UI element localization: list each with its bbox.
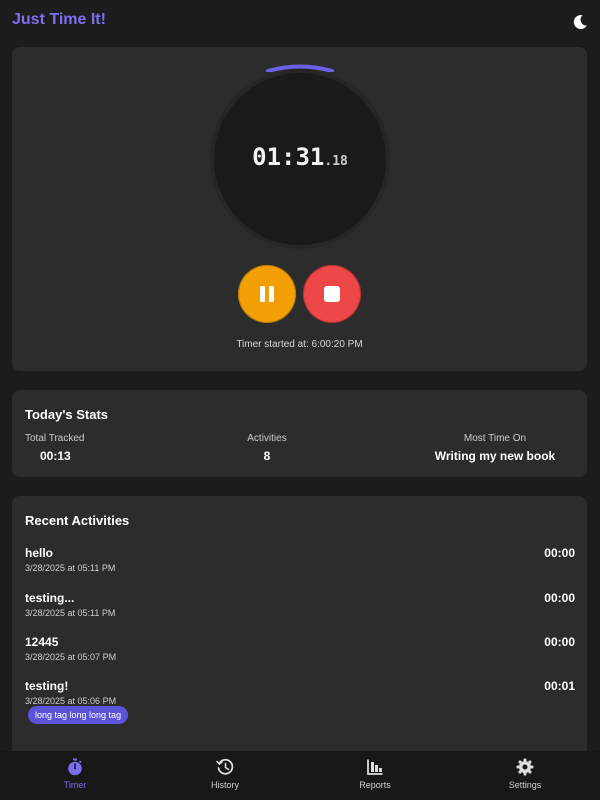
pause-button[interactable] bbox=[238, 265, 296, 323]
nav-timer-label: Timer bbox=[63, 780, 87, 790]
timer-progress-arc bbox=[266, 64, 334, 72]
nav-reports-label: Reports bbox=[359, 780, 391, 790]
stop-button[interactable] bbox=[303, 265, 361, 323]
most-time-label: Most Time On bbox=[463, 433, 527, 444]
timer-started-at: Timer started at: 6:00:20 PM bbox=[236, 339, 363, 350]
timer-time-main: 01:31 bbox=[252, 143, 325, 171]
bottom-nav: Timer History Reports Settings bbox=[0, 751, 600, 800]
theme-toggle-button[interactable] bbox=[570, 12, 590, 32]
activity-name: 12445 bbox=[25, 635, 59, 649]
pause-icon bbox=[260, 286, 274, 302]
total-tracked-label: Total Tracked bbox=[25, 433, 85, 444]
nav-history-label: History bbox=[210, 780, 239, 790]
history-icon bbox=[216, 758, 234, 775]
stopwatch-icon bbox=[68, 758, 82, 776]
activities-value: 8 bbox=[263, 449, 271, 463]
activity-name: hello bbox=[25, 546, 54, 560]
activity-duration: 00:01 bbox=[544, 679, 575, 693]
timer-time-ms: .18 bbox=[324, 154, 348, 169]
activity-name: testing... bbox=[25, 591, 75, 605]
recent-activities-card: Recent Activities hello 3/28/2025 at 05:… bbox=[12, 496, 587, 756]
activity-name: testing! bbox=[25, 679, 69, 693]
total-tracked-value: 00:13 bbox=[40, 449, 71, 463]
recent-title: Recent Activities bbox=[25, 513, 130, 528]
nav-settings-label: Settings bbox=[508, 780, 542, 790]
reports-icon bbox=[367, 759, 383, 775]
activity-date: 3/28/2025 at 05:11 PM bbox=[25, 563, 116, 573]
activity-date: 3/28/2025 at 05:06 PM bbox=[25, 696, 117, 706]
nav-history[interactable]: History bbox=[150, 751, 300, 800]
nav-settings[interactable]: Settings bbox=[450, 751, 600, 800]
activity-date: 3/28/2025 at 05:07 PM bbox=[25, 652, 117, 662]
nav-reports[interactable]: Reports bbox=[300, 751, 450, 800]
todays-stats-card: Today's Stats Total Tracked 00:13 Activi… bbox=[12, 390, 587, 477]
most-time-value: Writing my new book bbox=[434, 449, 556, 463]
app-title: Just Time It! bbox=[12, 11, 106, 28]
timer-display: 01:31.18 bbox=[214, 73, 386, 245]
app-header: Just Time It! bbox=[0, 0, 600, 44]
nav-timer[interactable]: Timer bbox=[0, 751, 150, 800]
stats-title: Today's Stats bbox=[25, 407, 109, 422]
moon-icon bbox=[573, 14, 587, 29]
activity-tag[interactable]: long tag long long tag bbox=[28, 706, 129, 724]
gear-icon bbox=[516, 758, 534, 776]
activities-label: Activities bbox=[247, 433, 287, 444]
activity-duration: 00:00 bbox=[544, 546, 575, 560]
timer-card: 01:31.18 Timer started at: 6:00:20 PM bbox=[12, 47, 587, 371]
stop-icon bbox=[324, 286, 340, 302]
timer-time: 01:31.18 bbox=[214, 143, 386, 171]
activity-duration: 00:00 bbox=[544, 635, 575, 649]
activity-duration: 00:00 bbox=[544, 591, 575, 605]
activity-date: 3/28/2025 at 05:11 PM bbox=[25, 608, 116, 618]
